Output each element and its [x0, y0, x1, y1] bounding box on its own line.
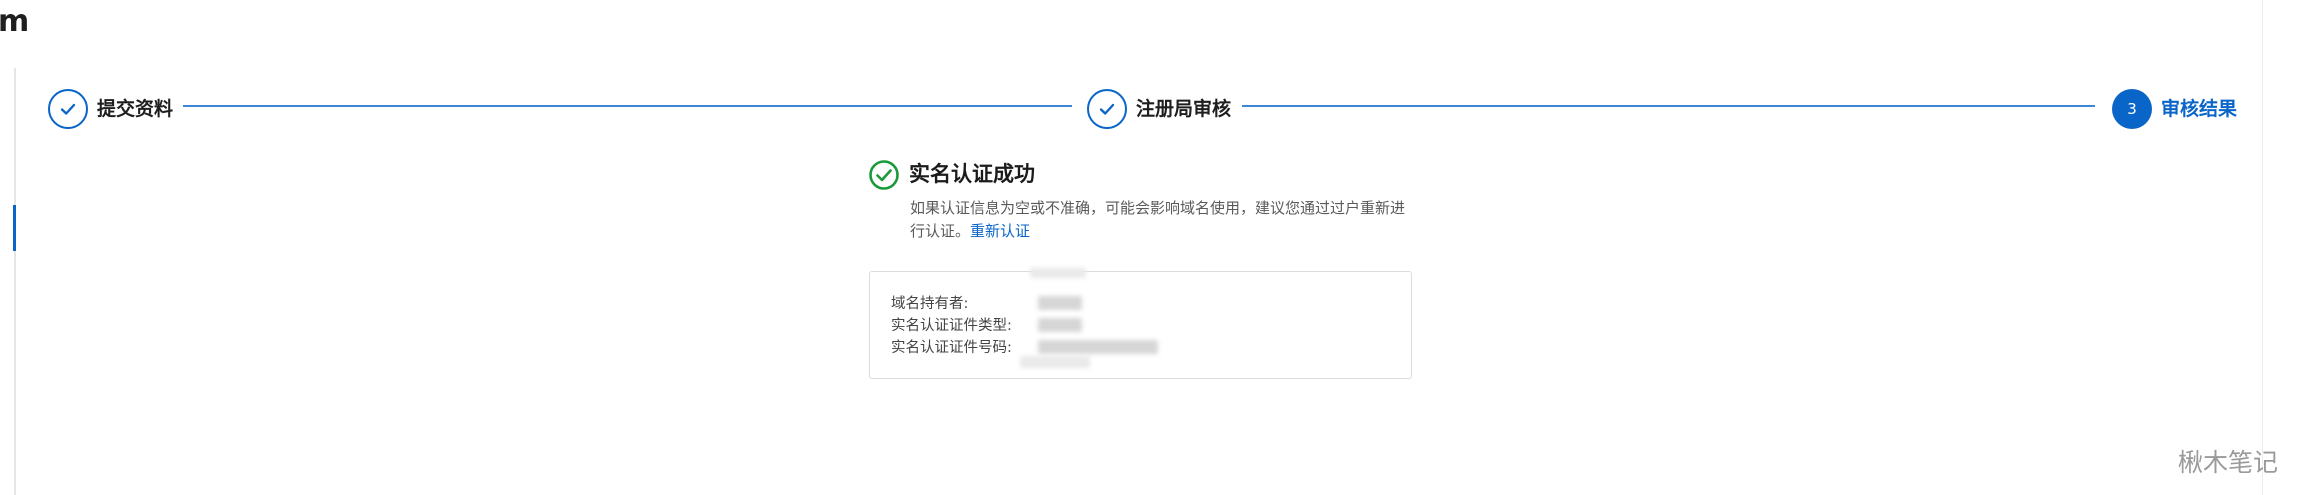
- header-title-fragment: m: [0, 4, 30, 39]
- result-title: 实名认证成功: [909, 162, 1035, 186]
- id-number-label: 实名认证证件号码:: [891, 340, 1012, 356]
- re-verify-link[interactable]: 重新认证: [970, 222, 1030, 240]
- step-1-label: 提交资料: [97, 98, 174, 120]
- id-type-label: 实名认证证件类型:: [891, 318, 1012, 334]
- step-3-number: 3: [2127, 100, 2137, 118]
- step-2-check-icon: [1087, 89, 1127, 129]
- sidebar-active-indicator: [13, 205, 16, 251]
- step-1-check-icon: [48, 89, 88, 129]
- watermark-text: 楸木笔记: [2178, 448, 2279, 477]
- success-check-circle-icon: [869, 160, 899, 190]
- verification-info-card: 域名持有者: 实名认证证件类型: 实名认证证件号码:: [869, 268, 1412, 379]
- right-divider: [2262, 0, 2263, 495]
- step-connector-1: [183, 105, 1072, 107]
- holder-label: 域名持有者:: [891, 296, 969, 312]
- step-3-indicator: 3: [2112, 89, 2152, 129]
- step-3-label: 审核结果: [2161, 98, 2238, 120]
- result-description: 如果认证信息为空或不准确，可能会影响域名使用，建议您通过过户重新进行认证。重新认…: [910, 197, 1410, 243]
- page: m 提交资料 注册局审核 3 审核结果 实名认证成功 如果认证信息为空或不准确，…: [0, 0, 2309, 495]
- step-2-label: 注册局审核: [1136, 98, 1232, 120]
- sidebar-divider: [14, 68, 16, 495]
- step-connector-2: [1242, 105, 2095, 107]
